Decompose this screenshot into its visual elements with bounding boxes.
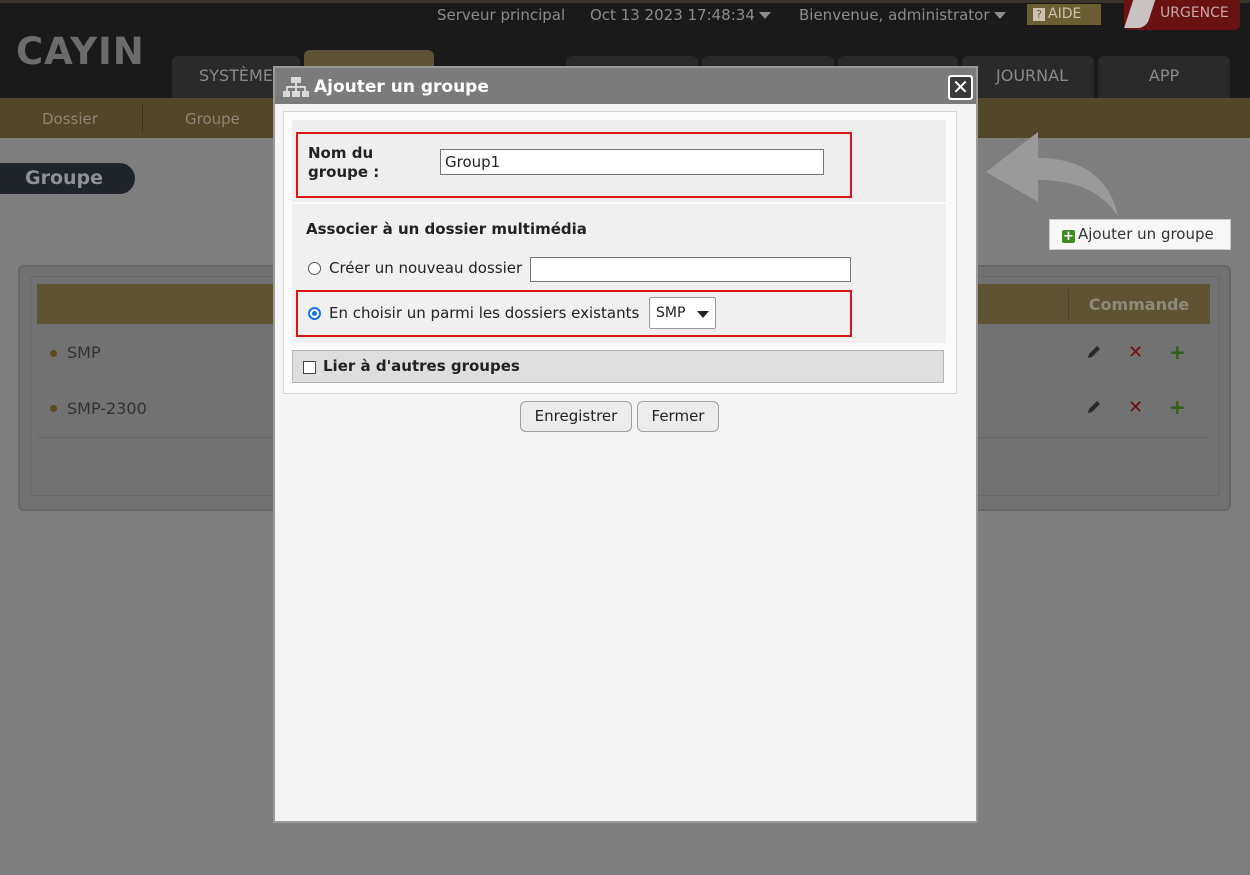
- tab-journal[interactable]: JOURNAL: [962, 56, 1094, 98]
- edit-icon[interactable]: [1085, 399, 1102, 416]
- server-name[interactable]: Serveur principal: [437, 6, 565, 24]
- delete-icon[interactable]: ✕: [1128, 342, 1143, 363]
- chevron-down-icon: [697, 311, 709, 318]
- link-groups-checkbox[interactable]: [303, 361, 316, 374]
- new-folder-label: Créer un nouveau dossier: [329, 259, 523, 277]
- urgency-icon: [1124, 0, 1156, 28]
- subnav-item-groupe[interactable]: Groupe: [185, 98, 240, 138]
- group-tree-icon: [283, 77, 309, 97]
- subnav-item-dossier[interactable]: Dossier: [42, 98, 98, 138]
- help-button[interactable]: ? AIDE: [1027, 4, 1101, 25]
- help-icon: ?: [1033, 8, 1045, 21]
- page-title: Groupe: [0, 163, 135, 194]
- user-menu[interactable]: Bienvenue, administrator: [799, 6, 1006, 24]
- datetime-text: Oct 13 2023 17:48:34: [590, 6, 755, 24]
- curved-arrow-icon: [986, 132, 1118, 216]
- group-name-label: Nom du groupe :: [308, 144, 380, 181]
- plus-icon: +: [1062, 229, 1075, 244]
- datetime-display[interactable]: Oct 13 2023 17:48:34: [590, 6, 771, 24]
- cayin-logo: CAYIN: [16, 30, 145, 73]
- bullet-icon: [50, 350, 57, 357]
- tab-label: JOURNAL: [996, 66, 1068, 85]
- add-group-dialog: Ajouter un groupe ✕ Lier à d'autres grou…: [273, 66, 978, 823]
- group-row-smp-2300[interactable]: SMP-2300: [67, 399, 147, 418]
- close-button[interactable]: ✕: [948, 75, 973, 100]
- folder-select-value: SMP: [656, 305, 686, 321]
- existing-folder-label: En choisir un parmi les dossiers existan…: [329, 304, 640, 322]
- delete-icon[interactable]: ✕: [1128, 397, 1143, 418]
- new-folder-input[interactable]: [530, 257, 851, 282]
- tab-app[interactable]: APP: [1098, 56, 1230, 98]
- dialog-header: Ajouter un groupe ✕: [275, 68, 976, 104]
- tab-label: SYSTÈME: [199, 66, 273, 85]
- edit-icon[interactable]: [1085, 344, 1102, 361]
- urgency-label: URGENCE: [1160, 5, 1229, 21]
- dialog-title: Ajouter un groupe: [314, 77, 489, 97]
- bullet-icon: [50, 405, 57, 412]
- radio-existing-folder[interactable]: [308, 307, 321, 320]
- group-row-smp[interactable]: SMP: [67, 343, 101, 362]
- close-icon: ✕: [950, 77, 971, 98]
- add-icon[interactable]: +: [1169, 395, 1186, 419]
- close-dialog-button[interactable]: Fermer: [637, 401, 719, 432]
- subnav-divider: [142, 103, 143, 133]
- associate-folder-title: Associer à un dossier multimédia: [306, 220, 587, 238]
- command-column-header: Commande: [1088, 295, 1190, 314]
- link-groups-label: Lier à d'autres groupes: [323, 357, 520, 375]
- add-group-button[interactable]: + Ajouter un groupe: [1049, 219, 1231, 250]
- help-label: AIDE: [1048, 6, 1082, 22]
- welcome-text: Bienvenue, administrator: [799, 6, 990, 24]
- folder-select[interactable]: SMP: [649, 297, 716, 329]
- add-group-label: Ajouter un groupe: [1078, 225, 1214, 243]
- save-button[interactable]: Enregistrer: [520, 401, 632, 432]
- radio-new-folder[interactable]: [308, 262, 321, 275]
- link-groups-bar[interactable]: Lier à d'autres groupes: [292, 350, 944, 383]
- chevron-down-icon: [758, 12, 771, 19]
- group-name-input[interactable]: [440, 149, 824, 175]
- chevron-down-icon: [993, 12, 1006, 19]
- tab-label: APP: [1148, 66, 1180, 85]
- add-icon[interactable]: +: [1169, 340, 1186, 364]
- urgency-button[interactable]: URGENCE: [1124, 0, 1240, 30]
